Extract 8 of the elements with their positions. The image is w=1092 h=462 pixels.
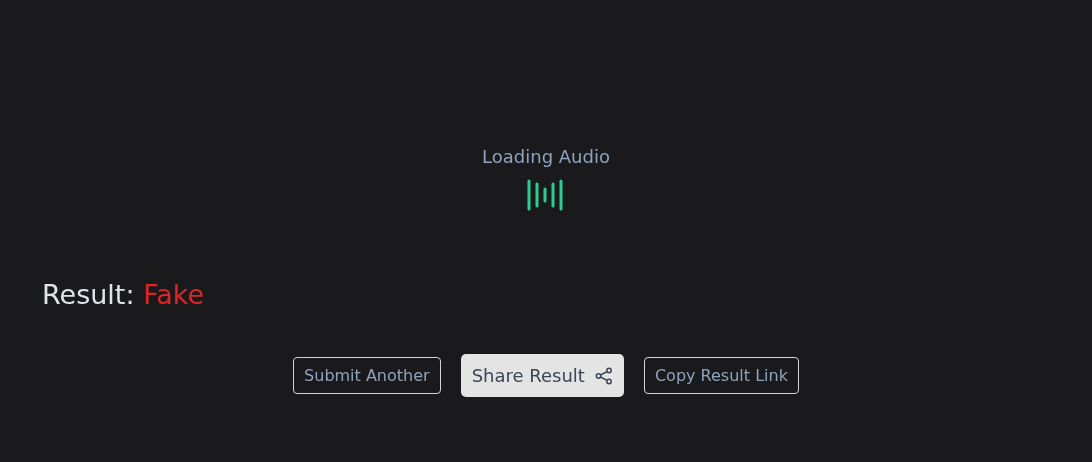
audio-bars-icon bbox=[526, 179, 566, 211]
share-button[interactable]: Share Result bbox=[460, 354, 624, 397]
share-icon bbox=[594, 366, 613, 385]
result-label: Result: bbox=[42, 279, 135, 310]
loading-label: Loading Audio bbox=[482, 146, 610, 167]
outline-button[interactable]: Submit Another bbox=[293, 357, 441, 394]
result-value: Fake bbox=[143, 279, 204, 310]
outline-button[interactable]: Copy Result Link bbox=[643, 357, 799, 394]
